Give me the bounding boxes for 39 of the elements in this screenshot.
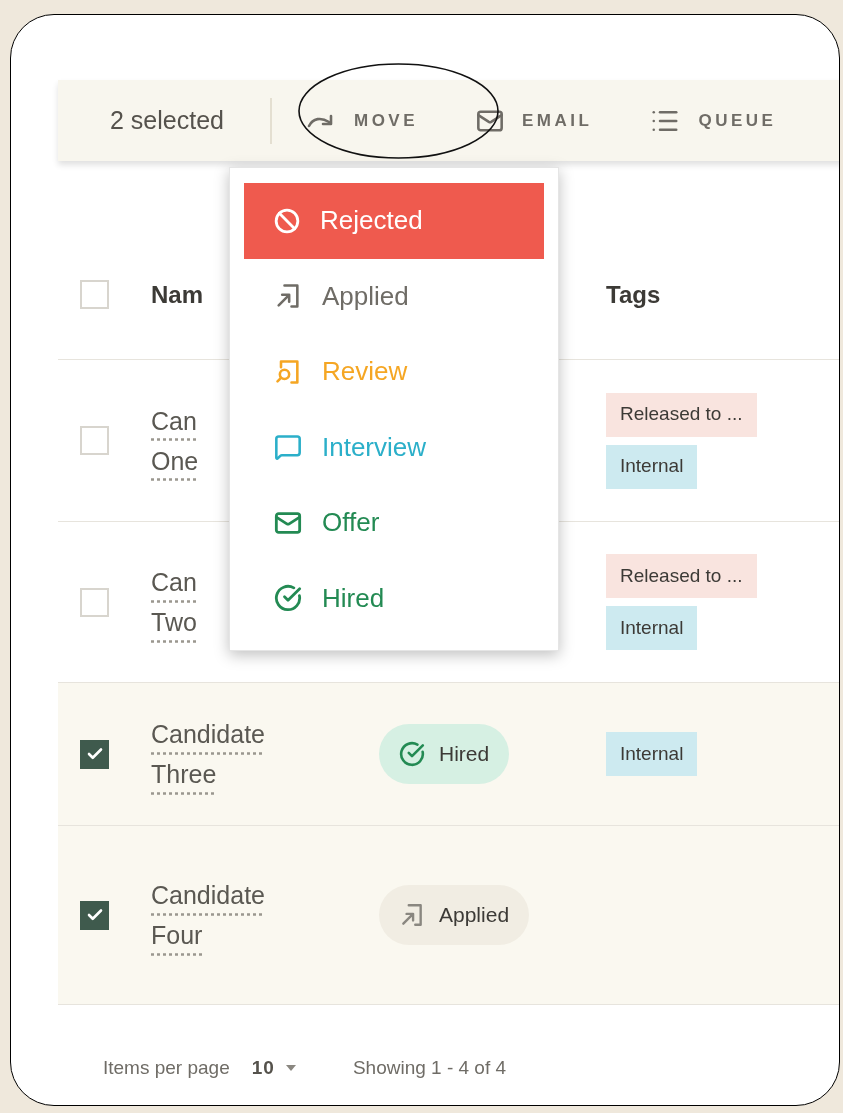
toolbar-action-button[interactable]: QUEUE [650,105,777,136]
items-per-page-label: Items per page [103,1055,230,1080]
checkbox[interactable] [80,900,109,930]
caret-icon [284,1064,297,1072]
candidate-name-link[interactable]: Candidate Three [151,714,265,794]
tag: Internal [606,606,698,650]
selection-count: 2 selected [110,104,224,136]
menu-item[interactable]: Hired [244,560,544,636]
check-circle-icon [274,584,302,613]
checkbox[interactable] [80,587,109,617]
checkbox[interactable] [80,426,109,455]
menu-item[interactable]: Applied [244,258,544,334]
check-circle-icon [399,741,425,767]
tag: Released to ... [606,554,757,598]
ban-icon [274,207,300,234]
table-row[interactable]: Candidate Three Hired Internal [58,683,839,826]
arrow-in-box-icon [399,902,425,928]
column-header: Tags [606,279,661,310]
menu-item[interactable]: Rejected [244,183,544,259]
candidate-name-link[interactable]: Can One [151,400,199,481]
status-pill: Hired [379,724,510,784]
toolbar-action-button[interactable]: MOVE [305,107,419,134]
column-header: Nam [151,280,204,308]
arrow-in-box-icon [274,282,302,311]
tag: Internal [606,732,698,776]
toolbar-action-button[interactable]: EMAIL [476,106,593,135]
tag: Released to ... [606,392,757,437]
tag: Internal [606,444,698,489]
candidate-name-link[interactable]: Candidate Four [151,875,265,955]
chat-icon [274,433,302,462]
checkbox[interactable] [80,280,109,309]
magnifier-box-icon [274,357,302,386]
checkbox[interactable] [80,739,109,769]
status-pill: Applied [379,885,530,945]
pagination-range: Showing 1 - 4 of 4 [352,1055,507,1080]
menu-item[interactable]: Offer [244,485,544,561]
table-row[interactable]: Candidate Four Applied [58,826,839,1005]
candidate-name-link[interactable]: Can Two [151,562,197,642]
page-size-select[interactable]: 10 [251,1053,297,1083]
